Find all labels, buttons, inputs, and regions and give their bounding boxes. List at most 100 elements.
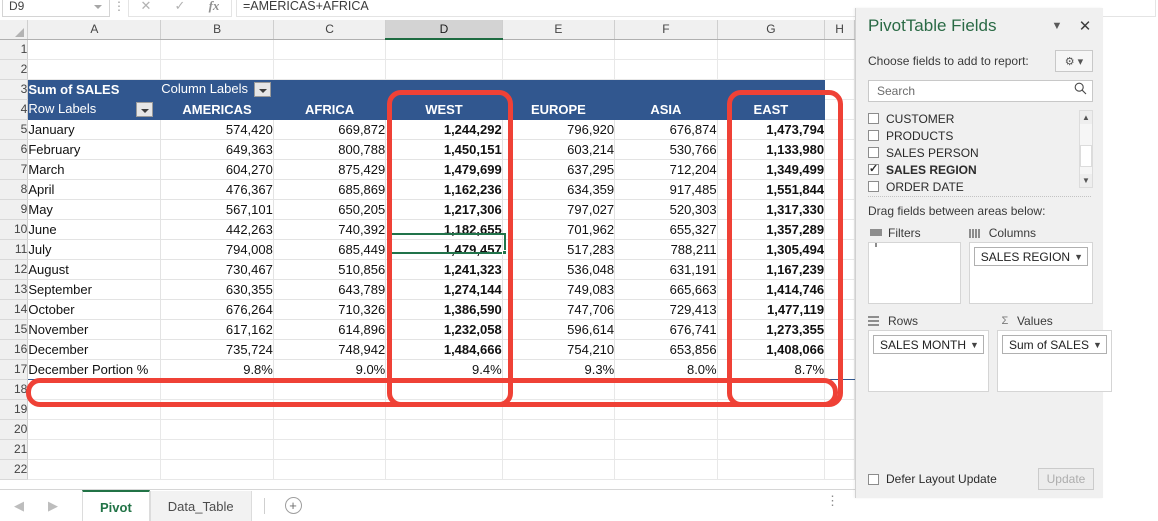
- chevron-down-icon[interactable]: ▼: [970, 340, 979, 350]
- scroll-down-icon[interactable]: ▼: [1080, 174, 1092, 187]
- empty-cell[interactable]: [27, 419, 162, 440]
- december-portion-value[interactable]: 9.0%: [273, 358, 387, 380]
- value-cell[interactable]: 676,264: [160, 299, 274, 320]
- month-cell[interactable]: July: [27, 239, 162, 260]
- empty-cell[interactable]: [273, 419, 387, 440]
- value-cell[interactable]: 530,766: [614, 139, 718, 160]
- value-cell[interactable]: 685,449: [273, 239, 387, 260]
- empty-cell[interactable]: [273, 399, 387, 420]
- row-header-18[interactable]: 18: [0, 379, 29, 400]
- field-checkbox[interactable]: [868, 181, 879, 192]
- area-rows-body[interactable]: SALES MONTH ▼: [868, 330, 989, 392]
- empty-cell[interactable]: [385, 419, 503, 440]
- column-header-f[interactable]: F: [614, 20, 718, 40]
- value-cell[interactable]: 796,920: [502, 119, 616, 140]
- value-cell[interactable]: 710,326: [273, 299, 387, 320]
- value-cell[interactable]: 1,479,457: [385, 239, 503, 260]
- field-pill-sales-region[interactable]: SALES REGION ▼: [973, 247, 1088, 266]
- value-cell[interactable]: 701,962: [502, 219, 616, 240]
- value-cell[interactable]: 536,048: [502, 259, 616, 280]
- value-cell[interactable]: 510,856: [273, 259, 387, 280]
- value-cell[interactable]: 476,367: [160, 179, 274, 200]
- empty-cell[interactable]: [27, 39, 162, 60]
- empty-cell[interactable]: [160, 39, 274, 60]
- december-portion-value[interactable]: 8.7%: [717, 358, 826, 380]
- empty-cell[interactable]: [160, 399, 274, 420]
- field-checkbox[interactable]: [868, 147, 879, 158]
- row-header-5[interactable]: 5: [0, 119, 29, 140]
- empty-cell[interactable]: [824, 239, 855, 260]
- column-header-d[interactable]: D: [385, 20, 503, 40]
- month-cell[interactable]: September: [27, 279, 162, 300]
- row-header-13[interactable]: 13: [0, 279, 29, 300]
- value-cell[interactable]: 730,467: [160, 259, 274, 280]
- value-cell[interactable]: 567,101: [160, 199, 274, 220]
- value-cell[interactable]: 676,874: [614, 119, 718, 140]
- empty-cell[interactable]: [502, 379, 616, 400]
- spreadsheet-grid[interactable]: A B C D E F G H 1 2 3 Sum of SALES Column La…: [0, 20, 855, 488]
- empty-cell[interactable]: [273, 459, 387, 480]
- row-labels-cell[interactable]: Row Labels: [27, 99, 162, 120]
- month-cell[interactable]: January: [27, 119, 162, 140]
- empty-cell[interactable]: [273, 379, 387, 400]
- empty-cell[interactable]: [824, 79, 855, 100]
- value-cell[interactable]: 655,327: [614, 219, 718, 240]
- empty-cell[interactable]: [385, 59, 503, 80]
- value-cell[interactable]: 1,386,590: [385, 299, 503, 320]
- empty-cell[interactable]: [824, 159, 855, 180]
- chevron-down-icon[interactable]: ▼: [1074, 252, 1083, 262]
- field-checkbox[interactable]: [868, 113, 879, 124]
- field-list-item-products[interactable]: PRODUCTS: [868, 127, 1079, 144]
- chevron-down-icon[interactable]: [94, 5, 102, 9]
- month-cell[interactable]: April: [27, 179, 162, 200]
- month-cell[interactable]: February: [27, 139, 162, 160]
- empty-cell[interactable]: [614, 419, 718, 440]
- empty-cell[interactable]: [824, 399, 855, 420]
- value-cell[interactable]: 1,477,119: [717, 299, 826, 320]
- area-filters-body[interactable]: [868, 242, 961, 304]
- empty-cell[interactable]: [385, 399, 503, 420]
- value-cell[interactable]: 634,359: [502, 179, 616, 200]
- empty-cell[interactable]: [27, 379, 162, 400]
- empty-cell[interactable]: [824, 279, 855, 300]
- empty-cell[interactable]: [273, 39, 387, 60]
- empty-cell[interactable]: [824, 39, 855, 60]
- value-cell[interactable]: 1,182,655: [385, 219, 503, 240]
- empty-cell[interactable]: [502, 419, 616, 440]
- empty-cell[interactable]: [824, 139, 855, 160]
- row-header-3[interactable]: 3: [0, 79, 29, 100]
- value-cell[interactable]: 637,295: [502, 159, 616, 180]
- empty-cell[interactable]: [502, 459, 616, 480]
- value-cell[interactable]: 797,027: [502, 199, 616, 220]
- row-header-17[interactable]: 17: [0, 359, 29, 380]
- empty-cell[interactable]: [502, 59, 616, 80]
- area-columns-body[interactable]: SALES REGION ▼: [968, 242, 1093, 304]
- value-cell[interactable]: 614,896: [273, 319, 387, 340]
- value-cell[interactable]: 517,283: [502, 239, 616, 260]
- value-cell[interactable]: 875,429: [273, 159, 387, 180]
- value-cell[interactable]: 669,872: [273, 119, 387, 140]
- month-cell[interactable]: December: [27, 339, 162, 360]
- row-header-16[interactable]: 16: [0, 339, 29, 360]
- empty-cell[interactable]: [160, 459, 274, 480]
- name-box[interactable]: D9: [2, 0, 110, 17]
- empty-cell[interactable]: [614, 459, 718, 480]
- value-cell[interactable]: 520,303: [614, 199, 718, 220]
- search-input[interactable]: [875, 83, 1074, 99]
- month-cell[interactable]: June: [27, 219, 162, 240]
- value-cell[interactable]: 917,485: [614, 179, 718, 200]
- plus-circle-icon[interactable]: +: [284, 497, 302, 514]
- empty-cell[interactable]: [273, 59, 387, 80]
- empty-cell[interactable]: [824, 299, 855, 320]
- empty-cell[interactable]: [385, 379, 503, 400]
- value-cell[interactable]: 712,204: [614, 159, 718, 180]
- field-checkbox[interactable]: [868, 162, 879, 175]
- value-cell[interactable]: 442,263: [160, 219, 274, 240]
- empty-cell[interactable]: [717, 39, 826, 60]
- empty-cell[interactable]: [27, 459, 162, 480]
- value-cell[interactable]: 800,788: [273, 139, 387, 160]
- column-header-g[interactable]: G: [717, 20, 826, 40]
- empty-cell[interactable]: [614, 399, 718, 420]
- empty-cell[interactable]: [717, 439, 826, 460]
- field-list[interactable]: CUSTOMER PRODUCTS SALES PERSON SALES REGION…: [868, 110, 1093, 194]
